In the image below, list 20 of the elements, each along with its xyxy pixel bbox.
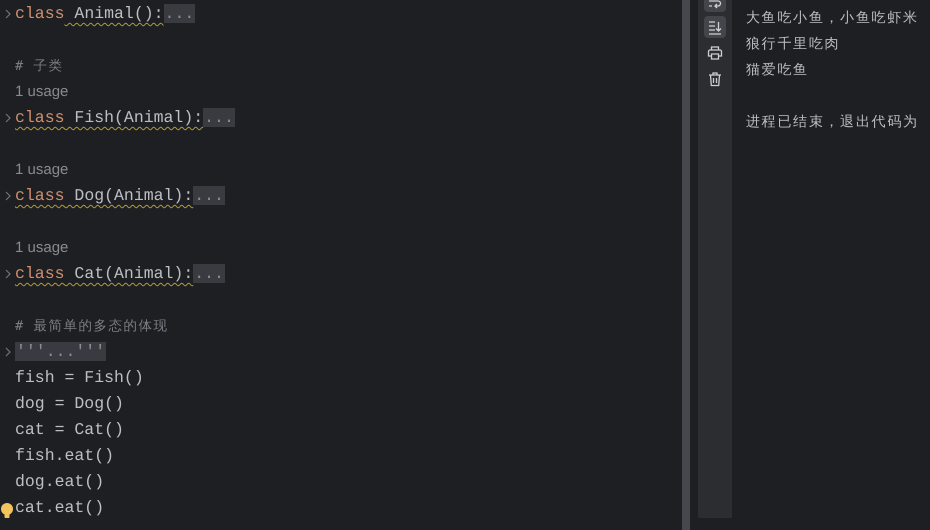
code-comment: # 子类 xyxy=(15,56,64,76)
code-line: dog.eat() xyxy=(15,471,104,493)
console-line: 猫爱吃鱼 xyxy=(746,61,810,80)
code-line: cat = Cat() xyxy=(15,419,124,441)
code-line: class Animal():... xyxy=(15,3,196,25)
code-line: cat.eat() xyxy=(15,497,104,519)
console-line: 进程已结束，退出代码为 xyxy=(746,113,920,132)
code-line: class Cat(Animal):... xyxy=(15,263,225,285)
code-line: class Dog(Animal):... xyxy=(15,185,225,207)
usage-hint[interactable]: 1 usage xyxy=(15,158,68,182)
code-line: fish = Fish() xyxy=(15,367,144,389)
console-line: 狼行千里吃肉 xyxy=(746,35,842,54)
scroll-to-end-icon[interactable] xyxy=(704,16,726,38)
usage-hint[interactable]: 1 usage xyxy=(15,80,68,104)
code-line: class Fish(Animal):... xyxy=(15,107,235,129)
usage-hint[interactable]: 1 usage xyxy=(15,236,68,260)
code-line: fish.eat() xyxy=(15,445,114,467)
console-line: 大鱼吃小鱼，小鱼吃虾米 xyxy=(746,9,920,28)
code-line: dog = Dog() xyxy=(15,393,124,415)
code-comment: # 最简单的多态的体现 xyxy=(15,316,168,336)
